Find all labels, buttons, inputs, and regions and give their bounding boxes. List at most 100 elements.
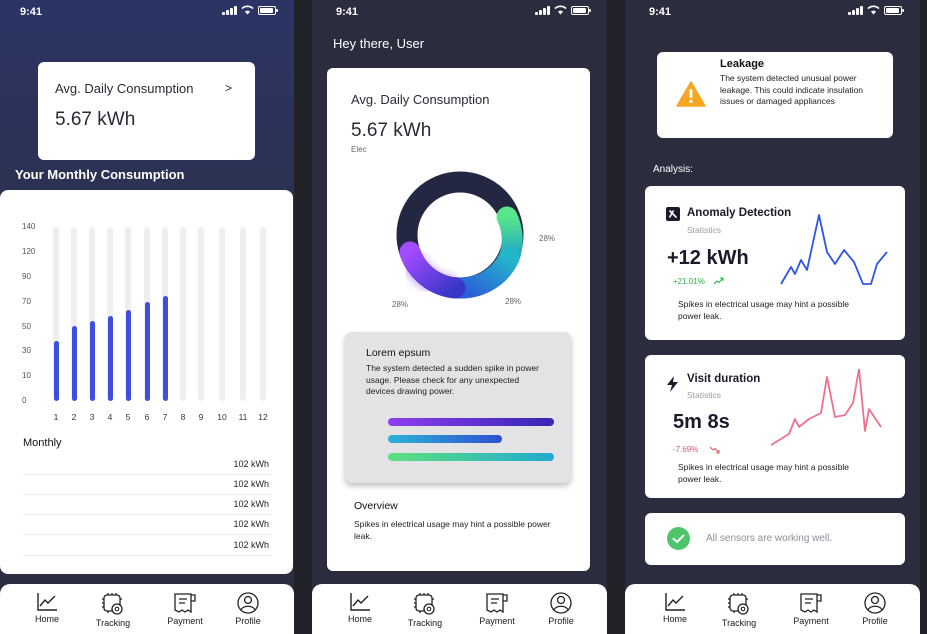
status-time: 9:41	[649, 6, 672, 18]
status-time: 9:41	[336, 6, 359, 18]
bar[interactable]	[144, 302, 150, 401]
consumption-card: Avg. Daily Consumption 5.67 kWh Elec 28%…	[327, 68, 590, 571]
monthly-consumption-title: Your Monthly Consumption	[15, 167, 185, 182]
y-tick-label: 120	[22, 247, 36, 256]
overview-title: Overview	[354, 500, 398, 512]
y-tick-label: 90	[22, 272, 31, 281]
x-tick-label: 10	[217, 412, 227, 422]
visit-value: 5m 8s	[673, 411, 730, 433]
chevron-right-icon[interactable]: >	[225, 81, 232, 95]
analysis-screen: 9:41 Leakage The system detected unusual…	[625, 0, 920, 634]
alert-card[interactable]: Lorem epsum The system detected a sudden…	[345, 332, 571, 483]
receipt-icon	[174, 593, 196, 614]
anomaly-change: +21.01%	[673, 277, 705, 286]
overview-screen: 9:41 Hey there, User Avg. Daily Consumpt…	[312, 0, 607, 634]
signal-icon	[222, 6, 237, 15]
nav-home[interactable]: Home	[650, 592, 700, 624]
nav-home-label: Home	[34, 614, 59, 624]
bar[interactable]	[107, 315, 113, 401]
visit-title: Visit duration	[687, 373, 761, 385]
avg-daily-unit: Elec	[351, 145, 367, 154]
y-tick-label: 10	[22, 371, 31, 380]
x-tick-label: 4	[107, 412, 113, 422]
progress-bar-blue	[388, 435, 502, 443]
visit-description: Spikes in electrical usage may hint a po…	[678, 462, 850, 484]
bar-track	[240, 227, 246, 401]
bar-track	[219, 227, 225, 401]
nav-home-label: Home	[347, 614, 372, 624]
nav-payment[interactable]: Payment	[786, 592, 836, 626]
nav-tracking[interactable]: Tracking	[88, 592, 138, 628]
wifi-icon	[241, 5, 254, 15]
x-tick-label: 11	[238, 412, 248, 422]
nav-home[interactable]: Home	[335, 592, 385, 624]
bar[interactable]	[162, 295, 168, 401]
nav-payment-label: Payment	[479, 616, 515, 626]
alert-title: Lorem epsum	[366, 347, 431, 359]
nav-payment[interactable]: Payment	[160, 592, 210, 626]
list-item: 102 kWh	[23, 455, 271, 475]
x-tick-label: 6	[144, 412, 150, 422]
nav-tracking[interactable]: Tracking	[400, 592, 450, 628]
nav-tracking-label: Tracking	[721, 618, 757, 628]
nav-tracking[interactable]: Tracking	[714, 592, 764, 628]
anomaly-title: Anomaly Detection	[687, 207, 792, 219]
list-item: 102 kWh	[23, 495, 271, 515]
visit-subtitle: Statistics	[687, 390, 722, 400]
x-tick-label: 2	[71, 412, 77, 422]
donut-label-bottom-left: 28%	[392, 300, 409, 309]
bar[interactable]	[125, 309, 131, 401]
status-bar: 9:41	[336, 5, 591, 20]
status-time: 9:41	[20, 6, 43, 18]
bottom-nav: Home Tracking Payment Profile	[312, 584, 607, 634]
donut-label-bottom-right: 28%	[505, 297, 522, 306]
y-tick-label: 70	[22, 297, 31, 306]
donut-segment-blue	[449, 247, 520, 299]
bar[interactable]	[53, 341, 59, 401]
nav-profile[interactable]: Profile	[536, 592, 586, 626]
receipt-icon	[486, 593, 508, 614]
signal-icon	[848, 6, 863, 15]
wifi-icon	[554, 5, 567, 15]
avg-daily-card[interactable]: Avg. Daily Consumption > 5.67 kWh	[38, 62, 255, 160]
battery-icon	[571, 6, 591, 15]
line-chart-icon	[665, 593, 685, 611]
warning-icon	[676, 81, 706, 107]
x-tick-label: 1	[53, 412, 59, 422]
x-tick-label: 8	[180, 412, 186, 422]
avg-daily-title: Avg. Daily Consumption	[351, 92, 490, 107]
leakage-body: The system detected unusual power leakag…	[720, 73, 864, 106]
leakage-title: Leakage	[720, 58, 765, 70]
status-bar: 9:41	[20, 5, 278, 20]
nav-payment-label: Payment	[793, 616, 829, 626]
trend-up-icon	[713, 277, 724, 285]
x-tick-label: 7	[162, 412, 168, 422]
x-tick-label: 3	[89, 412, 95, 422]
nav-profile[interactable]: Profile	[850, 592, 900, 626]
y-tick-label: 140	[22, 222, 36, 231]
avg-daily-title: Avg. Daily Consumption	[55, 81, 194, 96]
bar[interactable]	[89, 320, 95, 401]
anomaly-detection-card[interactable]: Anomaly Detection Statistics +12 kWh +21…	[645, 186, 905, 340]
battery-icon	[258, 6, 278, 15]
line-chart-icon	[37, 593, 57, 611]
signal-icon	[535, 6, 550, 15]
nav-payment[interactable]: Payment	[472, 592, 522, 626]
bolt-icon	[667, 376, 678, 392]
overview-body: Spikes in electrical usage may hint a po…	[354, 519, 551, 541]
gear-chip-icon	[102, 593, 123, 615]
nav-tracking-label: Tracking	[407, 618, 443, 628]
y-tick-label: 30	[22, 346, 31, 355]
bar[interactable]	[71, 325, 77, 401]
monthly-list-title: Monthly	[23, 437, 62, 449]
nav-profile[interactable]: Profile	[223, 592, 273, 626]
y-tick-label: 0	[22, 396, 27, 405]
leakage-alert-card[interactable]: Leakage The system detected unusual powe…	[657, 52, 893, 138]
list-item: 102 kWh	[23, 536, 271, 556]
anomaly-sparkline	[780, 214, 888, 285]
bar-track	[180, 227, 186, 401]
list-item: 102 kWh	[23, 515, 271, 535]
sensors-status-text: All sensors are working well.	[706, 533, 833, 544]
nav-home[interactable]: Home	[22, 592, 72, 624]
visit-duration-card[interactable]: Visit duration Statistics 5m 8s -7.69% S…	[645, 355, 905, 498]
